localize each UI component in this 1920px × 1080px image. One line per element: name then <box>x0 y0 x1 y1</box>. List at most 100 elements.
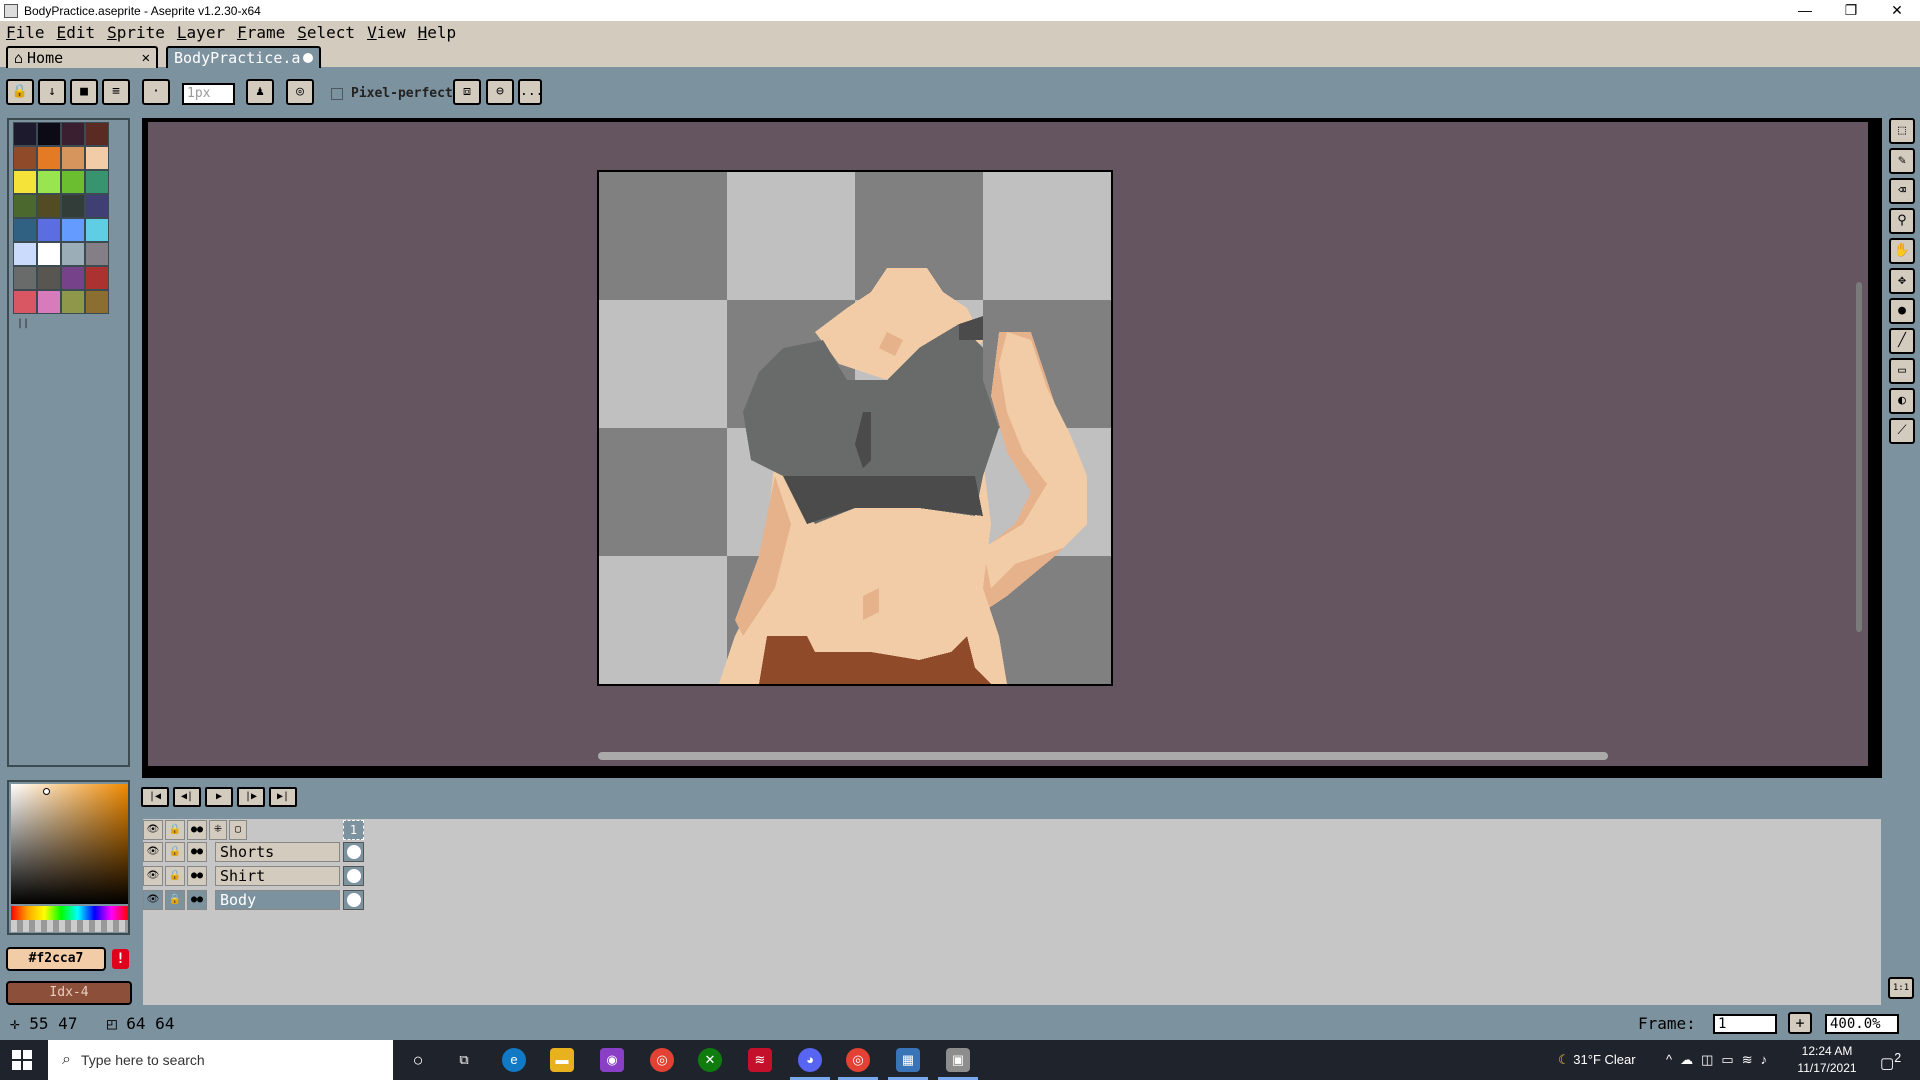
move-tool-icon[interactable]: ✥ <box>1889 268 1915 294</box>
palette-swatch[interactable] <box>85 194 109 218</box>
arrow-down-button[interactable]: ↓ <box>38 79 66 105</box>
palette-swatch[interactable] <box>13 194 37 218</box>
prev-frame-icon[interactable]: ◀| <box>173 787 201 807</box>
tab-home[interactable]: ⌂ Home ✕ <box>6 46 158 68</box>
wifi-icon[interactable]: ≋ <box>1742 1052 1761 1067</box>
layer-name[interactable]: Shorts <box>215 842 340 862</box>
cel[interactable] <box>343 842 364 862</box>
cel[interactable] <box>343 890 364 910</box>
palette-swatch[interactable] <box>37 170 61 194</box>
palette-swatch[interactable] <box>37 194 61 218</box>
menu-frame[interactable]: Frame <box>237 23 285 42</box>
menu-file[interactable]: File <box>6 23 45 42</box>
onion-skin-icon[interactable]: ●● <box>187 842 207 862</box>
game-app-icon[interactable]: ≋ <box>748 1048 772 1072</box>
maximize-button[interactable]: ❐ <box>1828 0 1874 21</box>
discord-icon[interactable]: ◕ <box>790 1048 830 1080</box>
palette-swatch[interactable] <box>37 146 61 170</box>
hand-tool-icon[interactable]: ✋ <box>1889 238 1915 264</box>
lock-icon[interactable]: 🔒 <box>165 866 185 886</box>
close-button[interactable]: ✕ <box>1874 0 1920 21</box>
frame-number-header[interactable]: 1 <box>343 820 364 840</box>
palette-swatch[interactable] <box>61 170 85 194</box>
calculator-icon[interactable]: ▦ <box>888 1048 928 1080</box>
add-frame-button[interactable]: + <box>1788 1012 1812 1034</box>
layer-name[interactable]: Body <box>215 890 340 910</box>
menu-select[interactable]: Select <box>297 23 355 42</box>
eyedropper-tool-icon[interactable]: ⚲ <box>1889 208 1915 234</box>
symmetry-horizontal-button[interactable]: ⊖ <box>486 79 514 105</box>
media-app-icon[interactable]: ◉ <box>600 1048 624 1072</box>
chrome-icon[interactable]: ◎ <box>650 1048 674 1072</box>
pencil-tool-icon[interactable]: ✎ <box>1889 148 1915 174</box>
last-frame-icon[interactable]: ▶| <box>269 787 297 807</box>
layer-name[interactable]: Shirt <box>215 866 340 886</box>
volume-icon[interactable]: ♪ <box>1761 1052 1776 1067</box>
palette-resize-handle[interactable]: || <box>17 318 29 329</box>
palette-swatch[interactable] <box>85 266 109 290</box>
rectangle-tool-icon[interactable]: ▭ <box>1889 358 1915 384</box>
marquee-tool-icon[interactable]: ⬚ <box>1889 118 1915 144</box>
saturation-value-box[interactable] <box>11 784 128 904</box>
palette-swatch[interactable] <box>13 122 37 146</box>
link-icon[interactable]: ⁜ <box>209 820 227 840</box>
foreground-color-button[interactable]: #f2cca7 <box>6 947 106 971</box>
brush-type-button[interactable]: · <box>142 79 170 105</box>
brush-size-input[interactable]: 1px <box>182 83 235 105</box>
blur-tool-icon[interactable]: ⟋ <box>1889 418 1915 444</box>
ink-button[interactable]: ♟ <box>246 79 274 105</box>
zoom-fit-button[interactable]: 1:1 <box>1888 977 1914 999</box>
hue-slider[interactable] <box>11 906 128 920</box>
palette-swatch[interactable] <box>13 146 37 170</box>
palette-swatch[interactable] <box>85 242 109 266</box>
layer-row[interactable]: 👁 🔒 ●● Body <box>143 889 365 911</box>
task-view-icon[interactable]: ⧉ <box>452 1048 476 1072</box>
square-brush-button[interactable]: ■ <box>70 79 98 105</box>
lock-icon[interactable]: 🔒 <box>165 820 185 840</box>
palette-swatch[interactable] <box>13 290 37 314</box>
palette-swatch[interactable] <box>61 290 85 314</box>
system-clock[interactable]: 12:24 AM 11/17/2021 <box>1792 1043 1862 1077</box>
palette-swatch[interactable] <box>13 218 37 242</box>
pixel-perfect-toggle[interactable]: Pixel-perfect <box>331 86 453 101</box>
tray-icons[interactable]: ^☁◫▭≋♪ <box>1666 1052 1775 1068</box>
menu-layer[interactable]: Layer <box>177 23 225 42</box>
palette-swatch[interactable] <box>37 266 61 290</box>
tab-file[interactable]: BodyPractice.a <box>166 46 321 68</box>
menu-help[interactable]: Help <box>418 23 457 42</box>
notifications-icon[interactable]: ▢2 <box>1880 1051 1901 1072</box>
eye-icon[interactable]: 👁 <box>143 820 163 840</box>
xbox-icon[interactable]: ✕ <box>698 1048 722 1072</box>
menu-edit[interactable]: Edit <box>57 23 96 42</box>
frame-toggle-icon[interactable]: ▢ <box>229 820 247 840</box>
taskbar-search[interactable]: ⌕ Type here to search <box>48 1040 393 1080</box>
palette-swatch[interactable] <box>37 218 61 242</box>
onion-skin-icon[interactable]: ●● <box>187 820 207 840</box>
eye-icon[interactable]: 👁 <box>143 842 163 862</box>
next-frame-icon[interactable]: |▶ <box>237 787 265 807</box>
palette-swatch[interactable] <box>13 266 37 290</box>
tray-app-icon[interactable]: ◫ <box>1701 1052 1721 1067</box>
palette-swatch[interactable] <box>61 218 85 242</box>
palette-swatch[interactable] <box>13 242 37 266</box>
lock-icon[interactable]: 🔒 <box>165 890 185 910</box>
cel[interactable] <box>343 866 364 886</box>
eye-icon[interactable]: 👁 <box>143 890 163 910</box>
edge-icon[interactable]: e <box>502 1048 526 1072</box>
chrome-profile-icon[interactable]: ◎ <box>838 1048 878 1080</box>
more-options-button[interactable]: ... <box>518 79 543 105</box>
lock-icon[interactable]: 🔒 <box>165 842 185 862</box>
alpha-slider[interactable] <box>11 920 128 932</box>
menu-view[interactable]: View <box>367 23 406 42</box>
layer-row[interactable]: 👁 🔒 ●● Shorts <box>143 841 365 863</box>
close-tab-icon[interactable]: ✕ <box>142 50 150 66</box>
palette-swatch[interactable] <box>37 242 61 266</box>
line-tool-icon[interactable]: ╱ <box>1889 328 1915 354</box>
editor-viewport[interactable] <box>148 122 1868 766</box>
minimize-button[interactable]: — <box>1782 0 1828 21</box>
brush-options-button[interactable]: ≡ <box>102 79 130 105</box>
palette-swatch[interactable] <box>13 170 37 194</box>
cloud-icon[interactable]: ☁ <box>1680 1052 1701 1067</box>
palette-swatch[interactable] <box>61 266 85 290</box>
menu-sprite[interactable]: Sprite <box>107 23 165 42</box>
